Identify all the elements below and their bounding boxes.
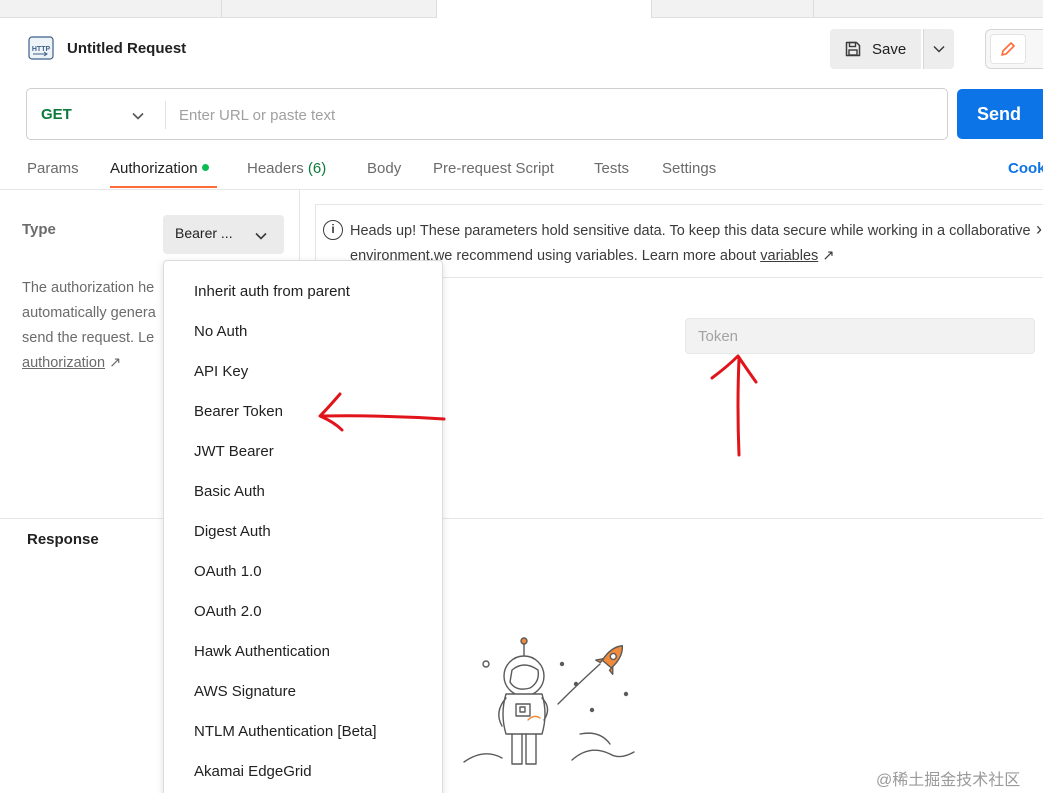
request-tab[interactable] <box>222 0 437 18</box>
cookies-link[interactable]: Cook <box>1008 160 1043 177</box>
auth-option-digest-auth[interactable]: Digest Auth <box>194 523 271 540</box>
auth-option-api-key[interactable]: API Key <box>194 363 248 380</box>
request-title[interactable]: Untitled Request <box>67 40 186 57</box>
postman-request-page: HTTP Untitled Request Save GET Se <box>0 0 1043 793</box>
save-label: Save <box>872 40 907 58</box>
chevron-down-icon <box>254 228 268 244</box>
url-divider <box>165 101 166 129</box>
auth-type-dropdown: Inherit auth from parent No Auth API Key… <box>163 260 443 793</box>
tab-tests[interactable]: Tests <box>594 160 629 177</box>
astronaut-rocket-illustration <box>463 637 635 765</box>
tab-body[interactable]: Body <box>367 160 401 177</box>
arrow-to-token-field <box>736 357 741 457</box>
chevron-down-icon[interactable] <box>131 108 145 126</box>
tab-pre-request-script[interactable]: Pre-request Script <box>433 160 554 177</box>
url-bar: GET <box>26 88 948 140</box>
external-link-icon: ↗ <box>109 355 122 371</box>
status-dot <box>201 164 209 171</box>
tab-headers[interactable]: Headers (6) <box>247 160 326 177</box>
banner-message: Heads up! These parameters hold sensitiv… <box>350 223 1031 264</box>
pane-divider <box>0 518 1043 519</box>
method-select[interactable]: GET <box>41 106 72 123</box>
tab-params[interactable]: Params <box>27 160 79 177</box>
auth-option-ntlm[interactable]: NTLM Authentication [Beta] <box>194 723 377 740</box>
close-icon[interactable]: › <box>1036 219 1042 240</box>
headers-count: (6) <box>307 160 327 177</box>
arrow-to-token-field-head <box>710 354 758 384</box>
http-badge-text: HTTP <box>32 46 51 53</box>
tab-headers-label: Headers <box>247 160 304 177</box>
url-input[interactable] <box>179 102 919 128</box>
response-heading: Response <box>27 531 99 548</box>
auth-option-basic-auth[interactable]: Basic Auth <box>194 483 265 500</box>
auth-option-aws-signature[interactable]: AWS Signature <box>194 683 296 700</box>
http-request-icon: HTTP <box>27 35 57 63</box>
active-tab-indicator <box>110 186 217 188</box>
tab-authorization-label: Authorization <box>110 160 198 177</box>
auth-option-oauth1[interactable]: OAuth 1.0 <box>194 563 262 580</box>
auth-option-hawk[interactable]: Hawk Authentication <box>194 643 330 660</box>
external-link-icon: ↗ <box>822 248 835 264</box>
token-input[interactable] <box>685 318 1035 354</box>
authorization-learn-link[interactable]: authorization <box>22 355 105 371</box>
save-options-button[interactable] <box>923 29 954 69</box>
request-tabs: Params Authorization Headers (6) Body Pr… <box>0 150 1043 190</box>
chevron-down-icon <box>933 45 945 53</box>
auth-option-bearer-token[interactable]: Bearer Token <box>194 403 283 420</box>
auth-option-inherit[interactable]: Inherit auth from parent <box>194 283 350 300</box>
save-group: Save <box>830 29 954 69</box>
variables-link[interactable]: variables <box>760 248 818 264</box>
auth-type-value: Bearer ... <box>175 225 233 241</box>
auth-option-jwt-bearer[interactable]: JWT Bearer <box>194 443 274 460</box>
pencil-icon[interactable] <box>990 34 1026 64</box>
info-icon: i <box>323 220 343 240</box>
save-icon <box>845 41 861 57</box>
send-button[interactable]: Send <box>957 89 1043 139</box>
request-tab-active[interactable] <box>437 0 652 18</box>
type-label: Type <box>22 221 56 238</box>
banner-text: Heads up! These parameters hold sensitiv… <box>350 219 1040 269</box>
auth-option-oauth2[interactable]: OAuth 2.0 <box>194 603 262 620</box>
top-tab-strip <box>0 0 1043 18</box>
auth-type-select[interactable]: Bearer ... <box>163 215 284 254</box>
save-button[interactable]: Save <box>830 29 921 69</box>
auth-option-akamai[interactable]: Akamai EdgeGrid <box>194 763 312 780</box>
tab-authorization[interactable]: Authorization <box>110 160 209 177</box>
auth-option-no-auth[interactable]: No Auth <box>194 323 247 340</box>
watermark: @稀土掘金技术社区 <box>876 772 1021 789</box>
edit-mode-toggle[interactable] <box>985 29 1043 69</box>
request-tab[interactable] <box>652 0 814 18</box>
tab-settings[interactable]: Settings <box>662 160 716 177</box>
request-tab[interactable] <box>0 0 222 18</box>
